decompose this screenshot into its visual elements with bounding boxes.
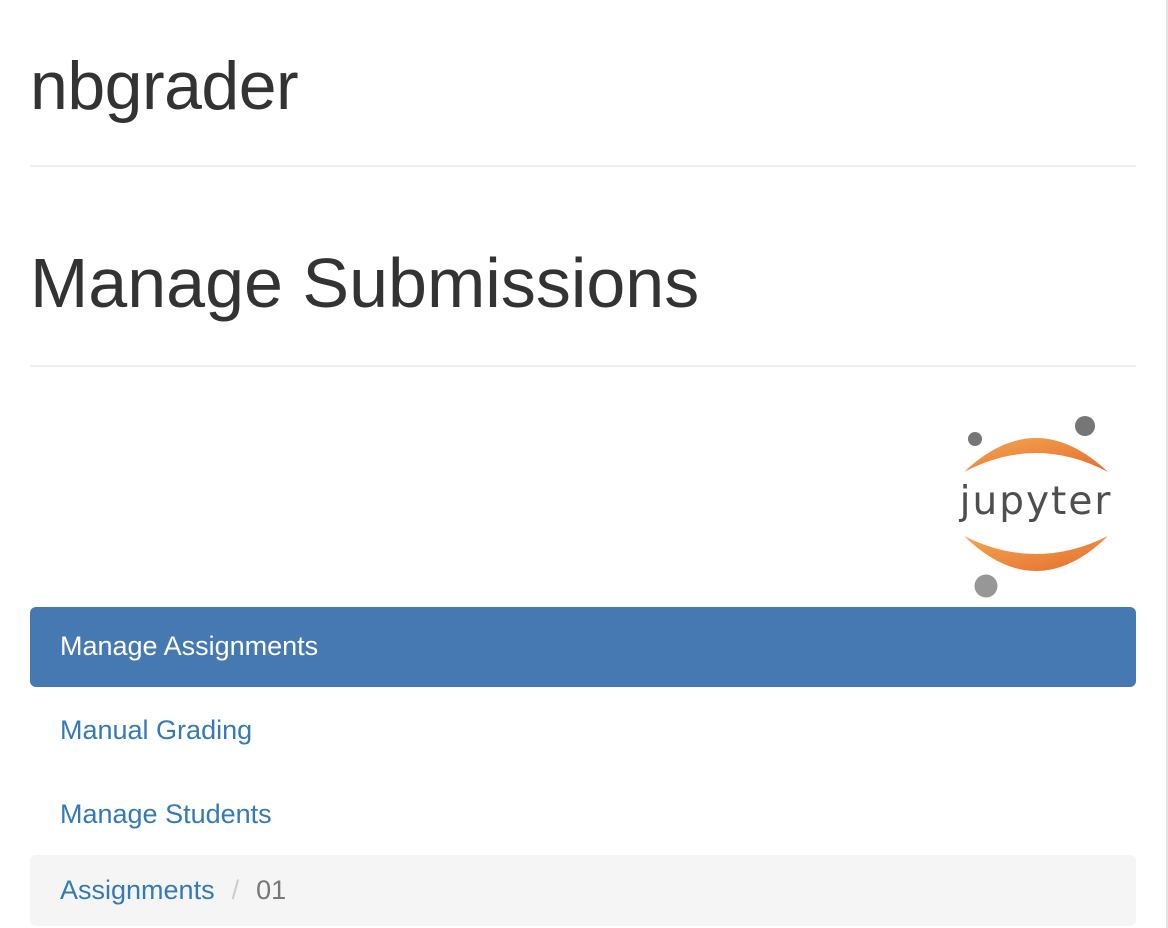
page-title: Manage Submissions [30,244,700,322]
nav-item-manage-assignments[interactable]: Manage Assignments [30,607,1136,687]
logo-top-arc [964,438,1108,472]
logo-moon-small [968,432,982,446]
nav-item-manual-grading[interactable]: Manual Grading [30,691,1136,771]
breadcrumb-separator: / [231,875,240,905]
title-divider [30,365,1136,367]
jupyter-logo-icon: jupyter [959,416,1113,598]
main-nav: Manage Assignments Manual Grading Manage… [30,607,1136,859]
logo-bottom-arc [964,536,1108,571]
breadcrumb-assignments-link[interactable]: Assignments [60,875,215,905]
breadcrumb-current: 01 [256,875,287,905]
nav-item-manage-students[interactable]: Manage Students [30,775,1136,855]
breadcrumb: Assignments / 01 [30,855,1136,926]
logo-moon-large [974,574,998,598]
logo-wordmark: jupyter [959,479,1113,524]
logo-moon-medium [1075,416,1095,436]
page: nbgrader Manage Submissions jupyter Mana… [0,0,1168,928]
app-title: nbgrader [30,48,299,124]
header-divider [30,165,1136,167]
